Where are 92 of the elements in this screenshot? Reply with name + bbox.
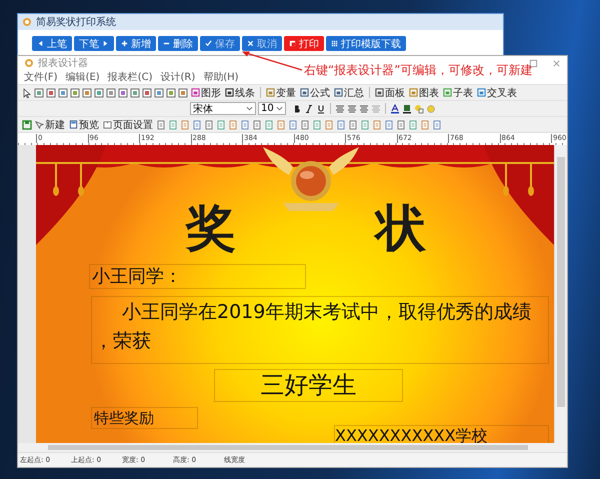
align-icon[interactable]: [347, 104, 357, 114]
tool-icon[interactable]: [348, 120, 358, 130]
toolbar-button[interactable]: 预览: [68, 118, 100, 132]
toolbar-button[interactable]: 删除: [158, 36, 198, 51]
note-text: 特些奖励: [91, 407, 198, 429]
cross-icon: [247, 40, 254, 47]
bold-icon[interactable]: [292, 104, 302, 114]
underline-icon[interactable]: [316, 104, 326, 114]
font-name-field[interactable]: 宋体: [190, 102, 256, 115]
toolbar-button[interactable]: 变量: [265, 86, 297, 100]
salutation-text: 小王同学：: [89, 264, 306, 289]
minus-icon: [163, 40, 170, 47]
app-logo-icon: [22, 17, 32, 27]
tool-icon[interactable]: [180, 120, 190, 130]
tool-icon: [477, 88, 486, 97]
menu-item[interactable]: 报表栏(C): [108, 70, 152, 84]
toolbar-button[interactable]: 图表: [408, 86, 440, 100]
tool-icon[interactable]: [336, 120, 346, 130]
grid-icon: [331, 40, 338, 47]
window-title: 报表设计器: [38, 56, 88, 70]
page-icon: [103, 120, 112, 129]
tool-icon[interactable]: [288, 120, 298, 130]
window-title: 简易奖状打印系统: [36, 16, 116, 29]
toolbar-button[interactable]: 新建: [34, 118, 66, 132]
certificate-title: 奖: [186, 203, 236, 253]
tool-icon[interactable]: [216, 120, 226, 130]
cursor-icon: [35, 120, 44, 129]
left-triangle-icon: [37, 40, 44, 47]
toolbar-button[interactable]: 打印: [284, 36, 324, 51]
toolbar-button[interactable]: 面板: [374, 86, 406, 100]
menu-item[interactable]: 编辑(E): [66, 70, 100, 84]
tool-icon[interactable]: [312, 120, 322, 130]
toolbar-button[interactable]: 页面设置: [102, 118, 154, 132]
toolbar-button[interactable]: 打印模版下载: [326, 36, 406, 51]
toolbar-button[interactable]: 新增: [116, 36, 156, 51]
document-icon: [69, 120, 78, 129]
menu-item[interactable]: 帮助(H): [203, 70, 239, 84]
tool-icon[interactable]: [156, 120, 166, 130]
toolbar-button[interactable]: 汇总: [333, 86, 365, 100]
tool-icon: [225, 88, 234, 97]
tool-icon[interactable]: [192, 120, 202, 130]
right-triangle-icon: [102, 40, 109, 47]
align-icon[interactable]: [359, 104, 369, 114]
tool-icon[interactable]: [408, 120, 418, 130]
caret-icon: [276, 105, 283, 112]
tool-icon: [266, 88, 275, 97]
tool-icon[interactable]: [324, 120, 334, 130]
toolbar-button[interactable]: 下笔: [74, 36, 114, 51]
tool-icon[interactable]: [204, 120, 214, 130]
tool-icon[interactable]: [360, 120, 370, 130]
print-icon: [289, 40, 296, 47]
award-text: 三好学生: [214, 369, 403, 402]
tool-icon[interactable]: [300, 120, 310, 130]
toolbar-button[interactable]: 上笔: [32, 36, 72, 51]
save-icon[interactable]: [22, 120, 32, 130]
toolbar-button[interactable]: 交叉表: [476, 86, 518, 100]
close-icon[interactable]: [552, 58, 561, 68]
tool-icon[interactable]: [240, 120, 250, 130]
tool-icon[interactable]: [420, 120, 430, 130]
menu-item[interactable]: 设计(R): [160, 70, 196, 84]
tool-icon: [334, 88, 343, 97]
align-icon[interactable]: [335, 104, 345, 114]
tool-icon[interactable]: [264, 120, 274, 130]
annotation-text: 右键“报表设计器”可编辑，可修改，可新建: [304, 62, 532, 79]
certificate-title: 状: [376, 203, 426, 253]
tool-icon: [300, 88, 309, 97]
menu-item[interactable]: 文件(F): [24, 70, 58, 84]
tool-icon: [375, 88, 384, 97]
check-icon: [205, 40, 212, 47]
tool-icon[interactable]: [228, 120, 238, 130]
tool-icon[interactable]: [384, 120, 394, 130]
tool-icon[interactable]: [252, 120, 262, 130]
italic-icon[interactable]: [304, 104, 314, 114]
arrow-icon: [240, 50, 304, 72]
toolbar-button[interactable]: 图形: [190, 86, 222, 100]
toolbar-button[interactable]: 线条: [224, 86, 256, 100]
fill-color-icon[interactable]: [402, 104, 412, 114]
tool-icon[interactable]: [432, 120, 442, 130]
tool-icon[interactable]: [168, 120, 178, 130]
tool-icon[interactable]: [276, 120, 286, 130]
plus-icon: [121, 40, 128, 47]
tool-icon[interactable]: [372, 120, 382, 130]
font-size-field[interactable]: 10: [258, 102, 286, 115]
horizontal-scrollbar[interactable]: [18, 443, 567, 452]
certificate-body-text: 小王同学在2019年期末考试中，取得优秀的成绩，荣获: [91, 296, 549, 364]
tool-icon[interactable]: [396, 120, 406, 130]
caret-icon: [246, 105, 253, 112]
toolbar-button[interactable]: 子表: [442, 86, 474, 100]
vertical-scrollbar[interactable]: [554, 145, 567, 443]
pointer-icon[interactable]: [22, 88, 32, 98]
font-color-icon[interactable]: [390, 104, 400, 114]
toolbar-button[interactable]: 公式: [299, 86, 331, 100]
